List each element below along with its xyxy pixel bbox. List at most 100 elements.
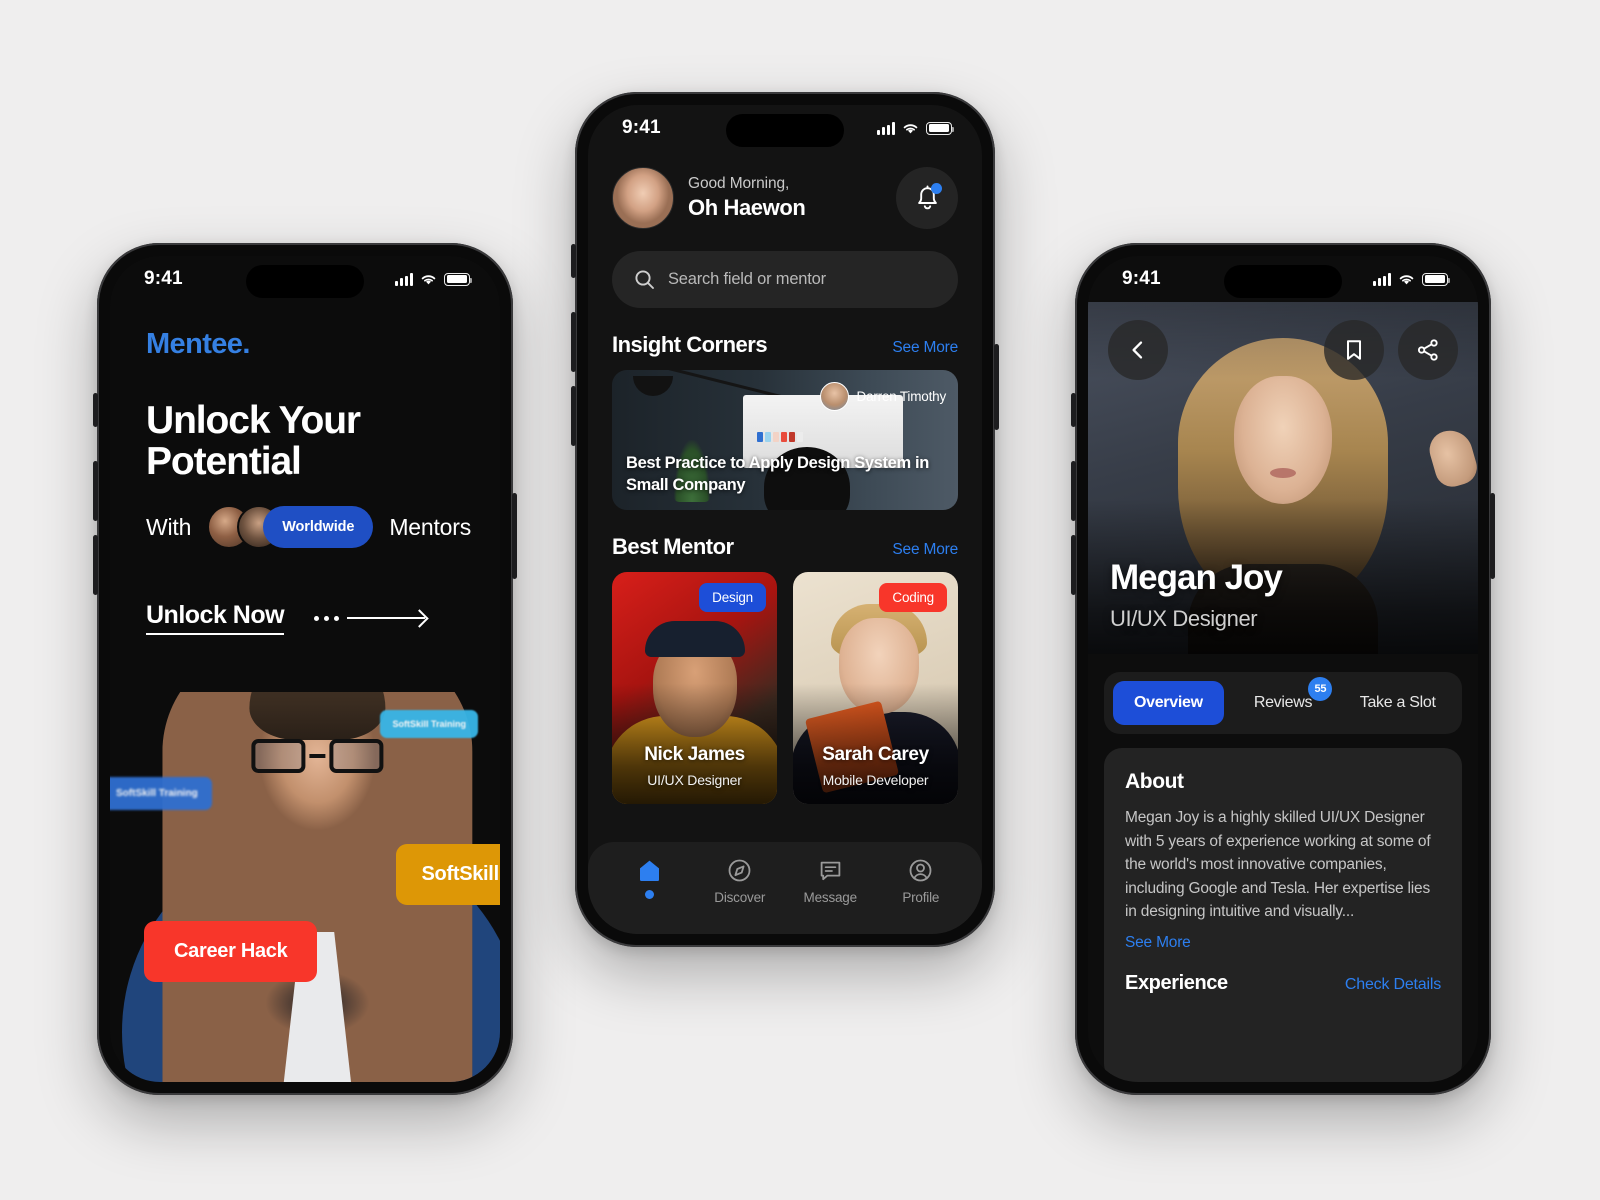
power-button[interactable]: [512, 493, 517, 579]
search-placeholder: Search field or mentor: [668, 270, 826, 288]
mentor-see-more-link[interactable]: See More: [892, 541, 958, 559]
app-brand-logo: Mentee.: [146, 328, 250, 360]
status-icons: [395, 272, 473, 286]
tab-home[interactable]: [604, 858, 695, 899]
message-icon: [820, 861, 841, 881]
mentor-tag: Design: [699, 583, 766, 612]
mentor-card[interactable]: Design Nick James UI/UX Designer: [612, 572, 777, 804]
insight-section-title: Insight Corners: [612, 332, 768, 357]
volume-up-button[interactable]: [93, 461, 98, 521]
reviews-count-badge: 55: [1308, 677, 1333, 701]
wifi-icon: [421, 274, 436, 284]
power-button[interactable]: [994, 344, 999, 430]
volume-up-button[interactable]: [1071, 461, 1076, 521]
chip-softskill-cyan: SoftSkill Training: [380, 710, 478, 738]
home-icon: [639, 860, 659, 881]
experience-heading: Experience: [1125, 971, 1228, 994]
status-icons: [877, 121, 955, 135]
tab-profile[interactable]: Profile: [876, 858, 967, 905]
author-avatar: [819, 382, 849, 411]
cellular-signal-icon: [395, 272, 413, 286]
tab-overview[interactable]: Overview: [1113, 681, 1224, 725]
search-input[interactable]: Search field or mentor: [612, 251, 958, 308]
notification-button[interactable]: [896, 167, 958, 229]
volume-down-button[interactable]: [571, 386, 576, 446]
tab-take-a-slot[interactable]: Take a Slot: [1342, 681, 1453, 725]
chip-softskill-blue: SoftSkill Training: [110, 777, 212, 810]
phone2-screen: 9:41 Good Morning, Oh Haewon Search fiel…: [588, 105, 982, 934]
arrow-right-icon[interactable]: [314, 615, 426, 621]
mentor-role: UI/UX Designer: [647, 772, 742, 788]
home-body: Good Morning, Oh Haewon Search field or …: [588, 151, 982, 934]
notification-badge-dot: [931, 183, 942, 194]
about-see-more-link[interactable]: See More: [1125, 934, 1441, 952]
status-icons: [1373, 272, 1451, 286]
color-swatches-shape: [757, 431, 804, 442]
phone-home: 9:41 Good Morning, Oh Haewon Search fiel…: [571, 92, 999, 947]
share-button[interactable]: [1398, 320, 1458, 380]
greeting-header: Good Morning, Oh Haewon: [612, 151, 958, 229]
mentor-role: Mobile Developer: [822, 772, 929, 788]
insight-author: Darren Timothy: [819, 382, 946, 411]
subline-prefix: With: [146, 513, 192, 540]
cta-row[interactable]: Unlock Now: [110, 549, 500, 636]
tab-label: Discover: [714, 890, 766, 905]
battery-icon: [444, 272, 473, 286]
mentor-name: Megan Joy: [1110, 558, 1283, 597]
wifi-icon: [1399, 274, 1414, 284]
greeting-label: Good Morning,: [688, 175, 790, 192]
hair-shape: [249, 692, 386, 740]
about-card: About Megan Joy is a highly skilled UI/U…: [1104, 748, 1462, 1082]
subline-row: With Worldwide Mentors: [110, 482, 500, 550]
user-name: Oh Haewon: [688, 195, 806, 220]
mentor-card-grid: Design Nick James UI/UX Designer Coding …: [612, 572, 958, 804]
tab-discover[interactable]: Discover: [695, 858, 786, 905]
unlock-now-button[interactable]: Unlock Now: [146, 601, 285, 636]
bottom-tab-bar: Discover Message Profile: [588, 842, 982, 934]
page-title: Unlock Your Potential: [146, 399, 361, 483]
onboarding-body: Mentee. Unlock Your Potential With World…: [110, 302, 500, 1082]
insight-section-header: Insight Corners See More: [612, 332, 958, 358]
chip-softskill-amber: SoftSkill T: [395, 844, 500, 905]
mute-switch[interactable]: [93, 393, 98, 427]
battery-icon: [1422, 272, 1451, 286]
tab-message[interactable]: Message: [785, 858, 876, 905]
mentor-card[interactable]: Coding Sarah Carey Mobile Developer: [793, 572, 958, 804]
mentor-tag: Coding: [879, 583, 947, 612]
subline-suffix: Mentors: [389, 513, 472, 540]
tab-reviews[interactable]: Reviews 55: [1228, 677, 1339, 725]
search-icon: [635, 270, 654, 289]
volume-down-button[interactable]: [93, 535, 98, 595]
insight-see-more-link[interactable]: See More: [892, 339, 958, 357]
status-time: 9:41: [622, 117, 661, 138]
about-heading: About: [1125, 770, 1184, 793]
insight-card[interactable]: Darren Timothy Best Practice to Apply De…: [612, 370, 958, 510]
insight-card-title: Best Practice to Apply Design System in …: [626, 454, 930, 495]
wifi-icon: [903, 123, 918, 133]
user-avatar[interactable]: [612, 167, 674, 229]
profile-tab-group: Overview Reviews 55 Take a Slot: [1104, 672, 1462, 734]
hero-photo-area: SoftSkill Training SoftSkill Training So…: [110, 692, 500, 1082]
mute-switch[interactable]: [1071, 393, 1076, 427]
tab-label: Profile: [902, 890, 940, 905]
phone-onboarding: 9:41 Mentee. Unlock Your Potential With: [93, 243, 517, 1095]
screenshot-stage: 9:41 Mentee. Unlock Your Potential With: [0, 0, 1600, 1200]
active-tab-indicator: [644, 890, 654, 899]
status-time: 9:41: [1122, 268, 1161, 289]
bookmark-button[interactable]: [1324, 320, 1384, 380]
power-button[interactable]: [1490, 493, 1495, 579]
volume-up-button[interactable]: [571, 312, 576, 372]
volume-down-button[interactable]: [1071, 535, 1076, 595]
cellular-signal-icon: [877, 121, 895, 135]
back-button[interactable]: [1108, 320, 1168, 380]
bookmark-icon: [1347, 340, 1361, 360]
compass-icon: [728, 859, 751, 882]
share-icon: [1417, 339, 1438, 361]
profile-body: Megan Joy UI/UX Designer Overview Review…: [1088, 302, 1478, 1082]
tab-reviews-label: Reviews: [1253, 694, 1313, 711]
mute-switch[interactable]: [571, 244, 576, 278]
profile-top-actions: [1108, 320, 1458, 380]
mentor-section-header: Best Mentor See More: [612, 534, 958, 560]
check-details-link[interactable]: Check Details: [1345, 976, 1441, 994]
home-scroll-area[interactable]: Good Morning, Oh Haewon Search field or …: [588, 151, 982, 842]
